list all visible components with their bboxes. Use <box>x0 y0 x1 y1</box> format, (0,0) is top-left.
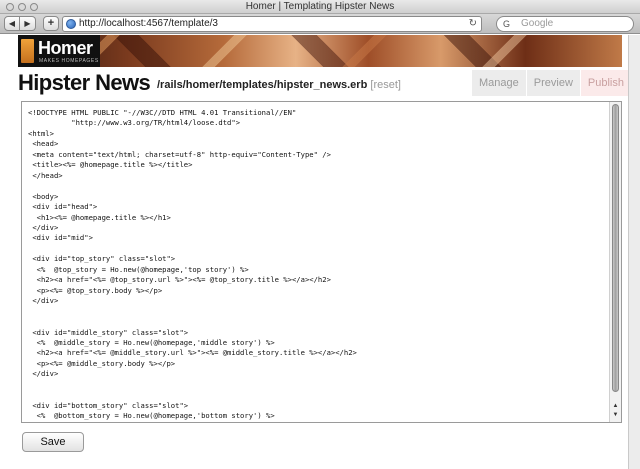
reset-wrapper: [reset] <box>370 79 401 91</box>
editor-scrollbar[interactable]: ▲ ▼ <box>609 102 621 422</box>
scroll-up-icon[interactable]: ▲ <box>611 402 620 411</box>
plus-icon: + <box>47 17 55 29</box>
tab-publish[interactable]: Publish <box>580 70 631 96</box>
logo-title: Homer <box>38 38 93 58</box>
globe-icon <box>66 19 76 29</box>
save-button[interactable]: Save <box>22 432 84 452</box>
forward-button[interactable]: ▶ <box>20 16 36 31</box>
tab-manage[interactable]: Manage <box>472 70 526 96</box>
minimize-window-icon[interactable] <box>18 3 26 11</box>
page-tabs: Manage Preview Publish <box>472 70 631 96</box>
reload-icon[interactable]: ↻ <box>469 18 477 30</box>
template-path: /rails/homer/templates/hipster_news.erb … <box>157 78 401 92</box>
zoom-window-icon[interactable] <box>30 3 38 11</box>
homer-logo[interactable]: Homer MAKES HOMEPAGES <box>18 35 100 67</box>
back-arrow-icon: ◀ <box>8 19 16 28</box>
search-engine-icon: G <box>503 19 511 29</box>
forward-arrow-icon: ▶ <box>24 19 31 28</box>
reset-link[interactable]: reset <box>373 79 397 91</box>
editor-scroll-thumb[interactable] <box>612 104 619 392</box>
window-title: Homer | Templating Hipster News <box>245 1 395 12</box>
search-placeholder: Google <box>521 18 554 29</box>
page-scrollbar[interactable] <box>628 35 640 469</box>
close-window-icon[interactable] <box>6 3 14 11</box>
page-title: Hipster News <box>18 70 151 95</box>
scroll-down-icon[interactable]: ▼ <box>611 411 620 420</box>
reset-bracket-close: ] <box>397 79 401 91</box>
address-url: http://localhost:4567/template/3 <box>79 18 218 29</box>
template-path-text: /rails/homer/templates/hipster_news.erb <box>157 79 368 91</box>
template-code[interactable]: <!DOCTYPE HTML PUBLIC "-//W3C//DTD HTML … <box>28 108 603 422</box>
search-input[interactable]: G Google <box>496 16 634 32</box>
logo-tagline: MAKES HOMEPAGES <box>39 58 99 64</box>
tab-preview[interactable]: Preview <box>526 70 580 96</box>
add-bookmark-button[interactable]: + <box>43 16 59 31</box>
page-content: Homer MAKES HOMEPAGES Hipster News /rail… <box>0 35 631 469</box>
browser-toolbar: ◀ ▶ + http://localhost:4567/template/3 ↻… <box>0 14 640 34</box>
header-banner: Homer MAKES HOMEPAGES <box>18 35 622 67</box>
template-editor[interactable]: <!DOCTYPE HTML PUBLIC "-//W3C//DTD HTML … <box>21 101 622 423</box>
back-button[interactable]: ◀ <box>4 16 20 31</box>
window-titlebar: Homer | Templating Hipster News <box>0 0 640 14</box>
logo-mark-icon <box>21 39 34 63</box>
address-bar[interactable]: http://localhost:4567/template/3 ↻ <box>62 16 482 32</box>
